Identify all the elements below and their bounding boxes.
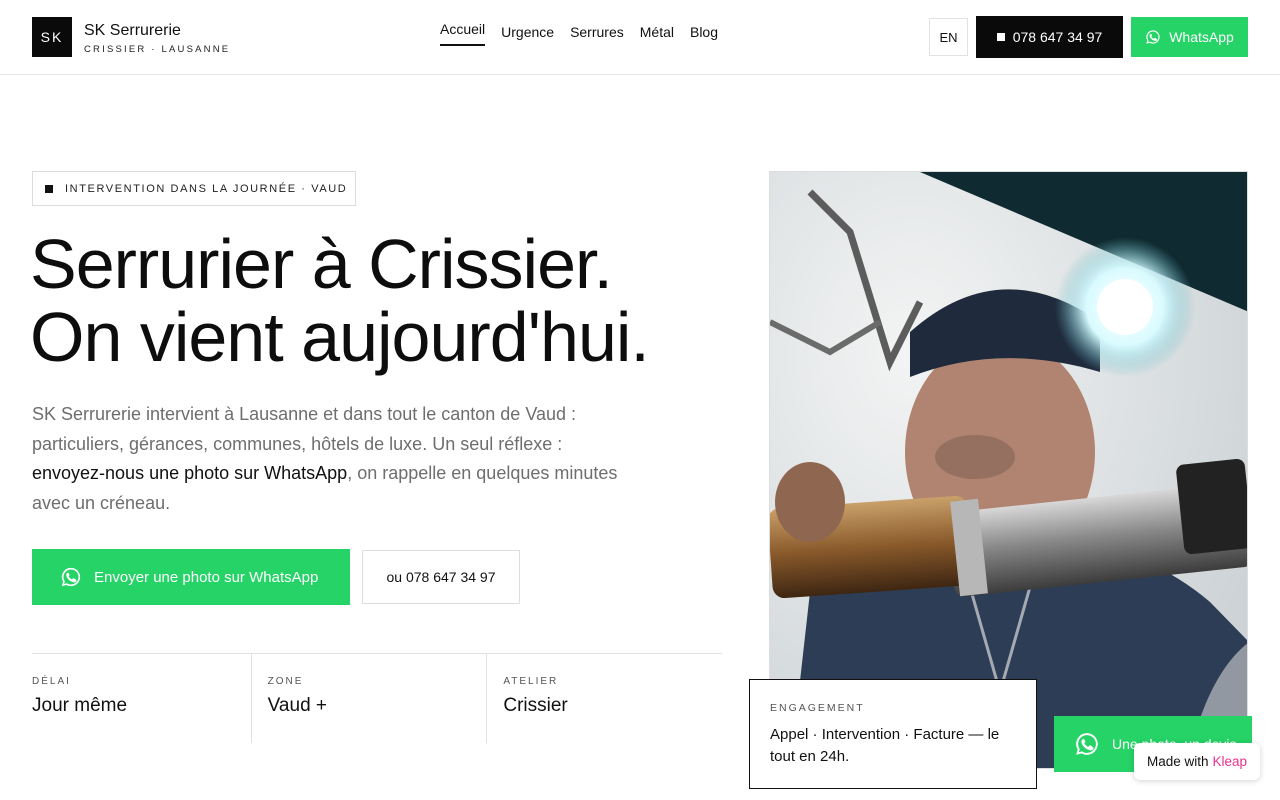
availability-badge: INTERVENTION DANS LA JOURNÉE · VAUD (32, 171, 356, 206)
square-bullet-icon (996, 33, 1005, 41)
stat-zone: ZONE Vaud + (252, 654, 488, 743)
hero-phone-button[interactable]: ou 078 647 34 97 (362, 550, 520, 604)
stat-value: Vaud + (267, 695, 328, 716)
kleap-link[interactable]: Kleap (1213, 754, 1248, 769)
logo[interactable]: SK (32, 17, 72, 57)
header-phone-label: 078 647 34 97 (1012, 29, 1103, 45)
whatsapp-photo-button[interactable]: Envoyer une photo sur WhatsApp (32, 549, 350, 605)
engagement-label: ENGAGEMENT (770, 702, 865, 714)
engagement-text: Appel · Intervention · Facture — le tout… (770, 726, 1000, 765)
nav-item-metal[interactable]: Métal (640, 24, 674, 46)
main-nav: Accueil Urgence Serrures Métal Blog (440, 21, 718, 46)
badge-label: INTERVENTION DANS LA JOURNÉE · VAUD (65, 182, 348, 195)
whatsapp-icon (61, 567, 81, 587)
hero-title-line2: On vient aujourd'hui. (30, 298, 650, 376)
brand-subtitle: CRISSIER · LAUSANNE (84, 44, 231, 55)
stat-label: DÉLAI (32, 676, 71, 687)
header-whatsapp-label: WhatsApp (1169, 29, 1234, 45)
nav-item-urgence[interactable]: Urgence (501, 24, 554, 46)
nav-item-serrures[interactable]: Serrures (570, 24, 624, 46)
stat-label: ZONE (267, 676, 304, 687)
hero-desc-highlight[interactable]: envoyez-nous une photo sur WhatsApp (32, 463, 347, 483)
language-switch-button[interactable]: EN (929, 18, 968, 56)
header-whatsapp-button[interactable]: WhatsApp (1131, 17, 1248, 57)
made-with-prefix: Made with (1146, 754, 1209, 769)
square-bullet-icon (45, 184, 53, 193)
engagement-card: ENGAGEMENT Appel · Intervention · Factur… (749, 679, 1037, 789)
hero-title-line1: Serrurier à Crissier. (30, 225, 613, 303)
hero-title: Serrurier à Crissier. On vient aujourd'h… (30, 225, 650, 376)
header-phone-button[interactable]: 078 647 34 97 (976, 16, 1123, 58)
nav-item-accueil[interactable]: Accueil (440, 21, 486, 46)
brand-name[interactable]: SK Serrurerie (84, 22, 181, 40)
whatsapp-icon (1076, 733, 1098, 755)
hero-description: SK Serrurerie intervient à Lausanne et d… (32, 400, 632, 518)
stats-row: DÉLAI Jour même ZONE Vaud + ATELIER Cris… (32, 653, 722, 743)
stat-label: ATELIER (503, 676, 559, 687)
site-header: SK SK Serrurerie CRISSIER · LAUSANNE Acc… (0, 0, 1280, 75)
stat-delay: DÉLAI Jour même (32, 654, 252, 743)
stat-value: Jour même (32, 695, 128, 716)
hero-desc-text: SK Serrurerie intervient à Lausanne et d… (32, 404, 577, 454)
made-with-kleap-badge[interactable]: Made with Kleap (1134, 743, 1260, 780)
stat-workshop: ATELIER Crissier (487, 654, 722, 743)
stat-value: Crissier (503, 695, 568, 716)
whatsapp-photo-label: Envoyer une photo sur WhatsApp (94, 568, 319, 586)
nav-item-blog[interactable]: Blog (690, 24, 718, 46)
whatsapp-icon (1146, 30, 1160, 44)
